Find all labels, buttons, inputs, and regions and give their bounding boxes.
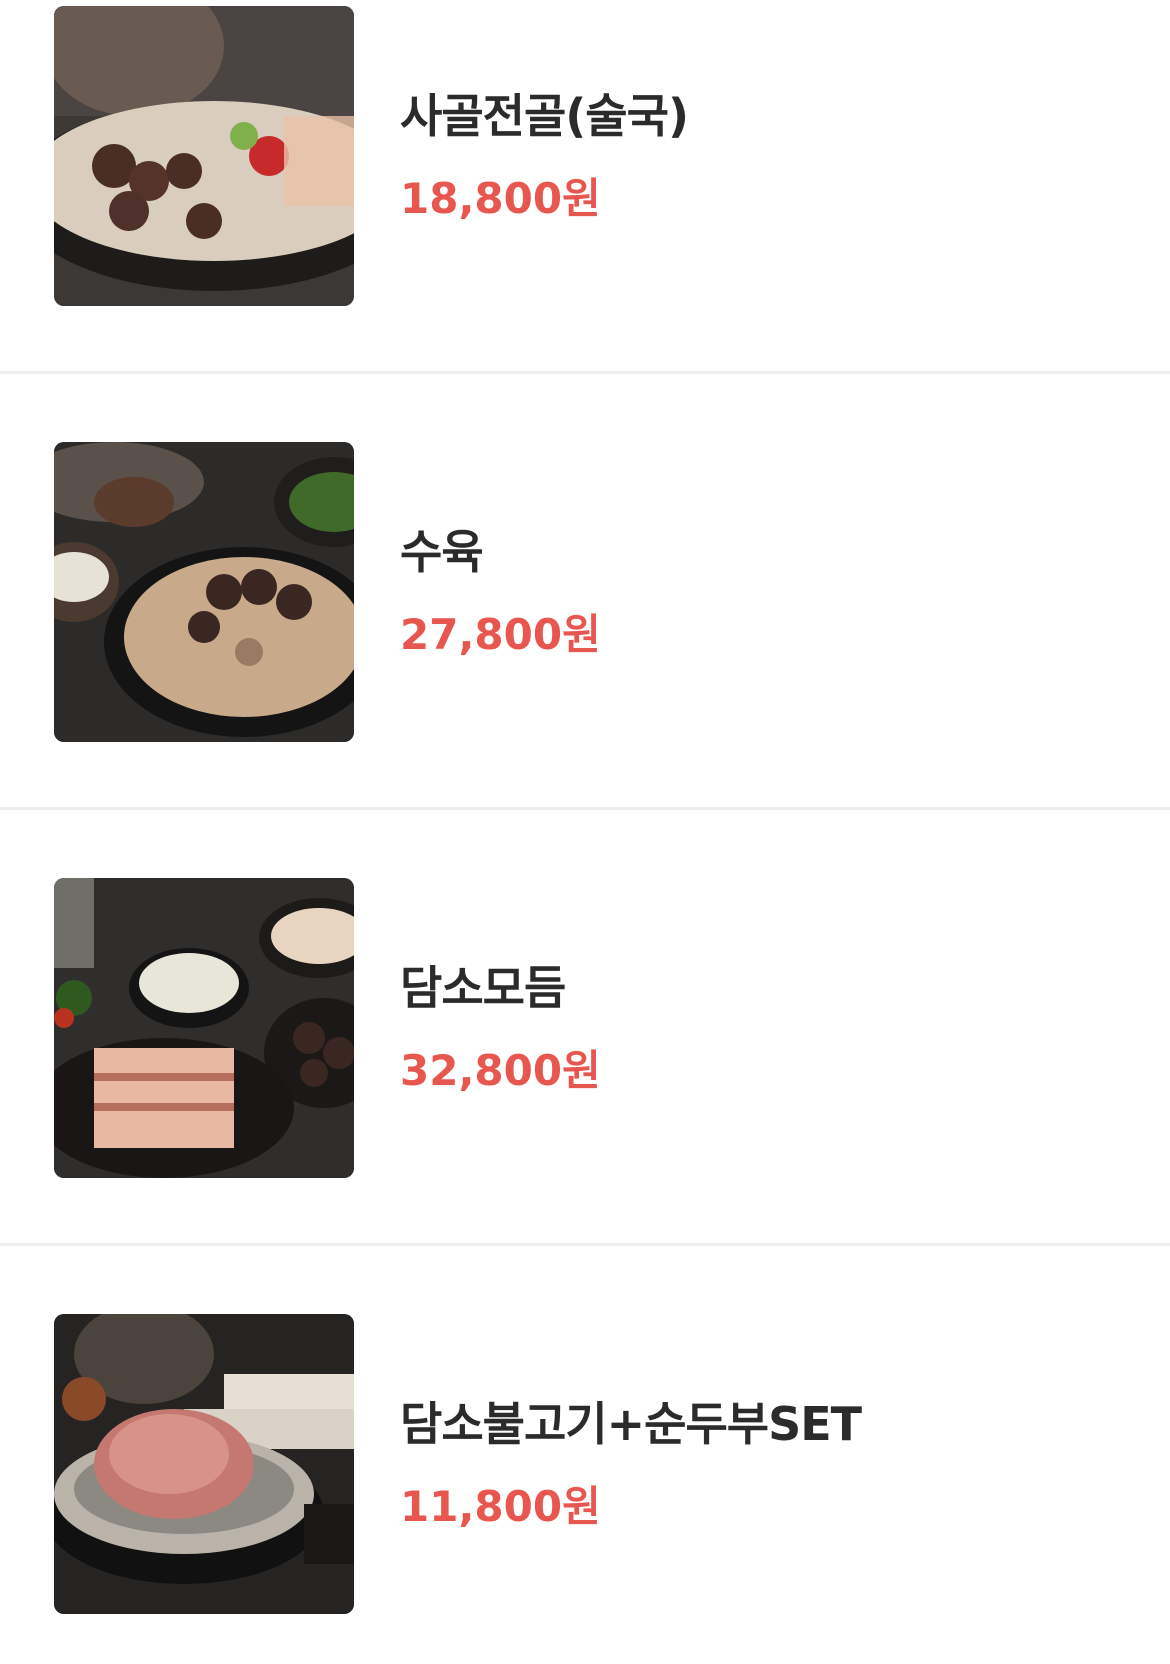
menu-item-name: 담소모듬	[400, 961, 566, 1015]
menu-item[interactable]: 담소불고기+순두부SET 11,800원	[0, 1244, 1170, 1664]
menu-item-photo[interactable]	[54, 442, 354, 742]
menu-item-info: 담소모듬 32,800원	[400, 958, 1120, 1098]
menu-item[interactable]: 사골전골(술국) 18,800원	[0, 0, 1170, 356]
menu-item-name: 수육	[400, 525, 484, 579]
menu-item-price: 27,800원	[400, 610, 601, 659]
menu-item-photo[interactable]	[54, 878, 354, 1178]
menu-item-price: 11,800원	[400, 1482, 601, 1531]
menu-item-price: 18,800원	[400, 174, 601, 223]
menu-item-price: 32,800원	[400, 1046, 601, 1095]
menu-item-name: 사골전골(술국)	[400, 89, 689, 143]
menu-item-name: 담소불고기+순두부SET	[400, 1397, 862, 1451]
menu-item-info: 수육 27,800원	[400, 522, 1120, 662]
menu-item-photo[interactable]	[54, 6, 354, 306]
menu-item-info: 담소불고기+순두부SET 11,800원	[400, 1394, 1120, 1534]
menu-item[interactable]: 담소모듬 32,800원	[0, 808, 1170, 1228]
menu-item[interactable]: 수육 27,800원	[0, 372, 1170, 792]
menu-item-photo[interactable]	[54, 1314, 354, 1614]
menu-item-info: 사골전골(술국) 18,800원	[400, 86, 1120, 226]
